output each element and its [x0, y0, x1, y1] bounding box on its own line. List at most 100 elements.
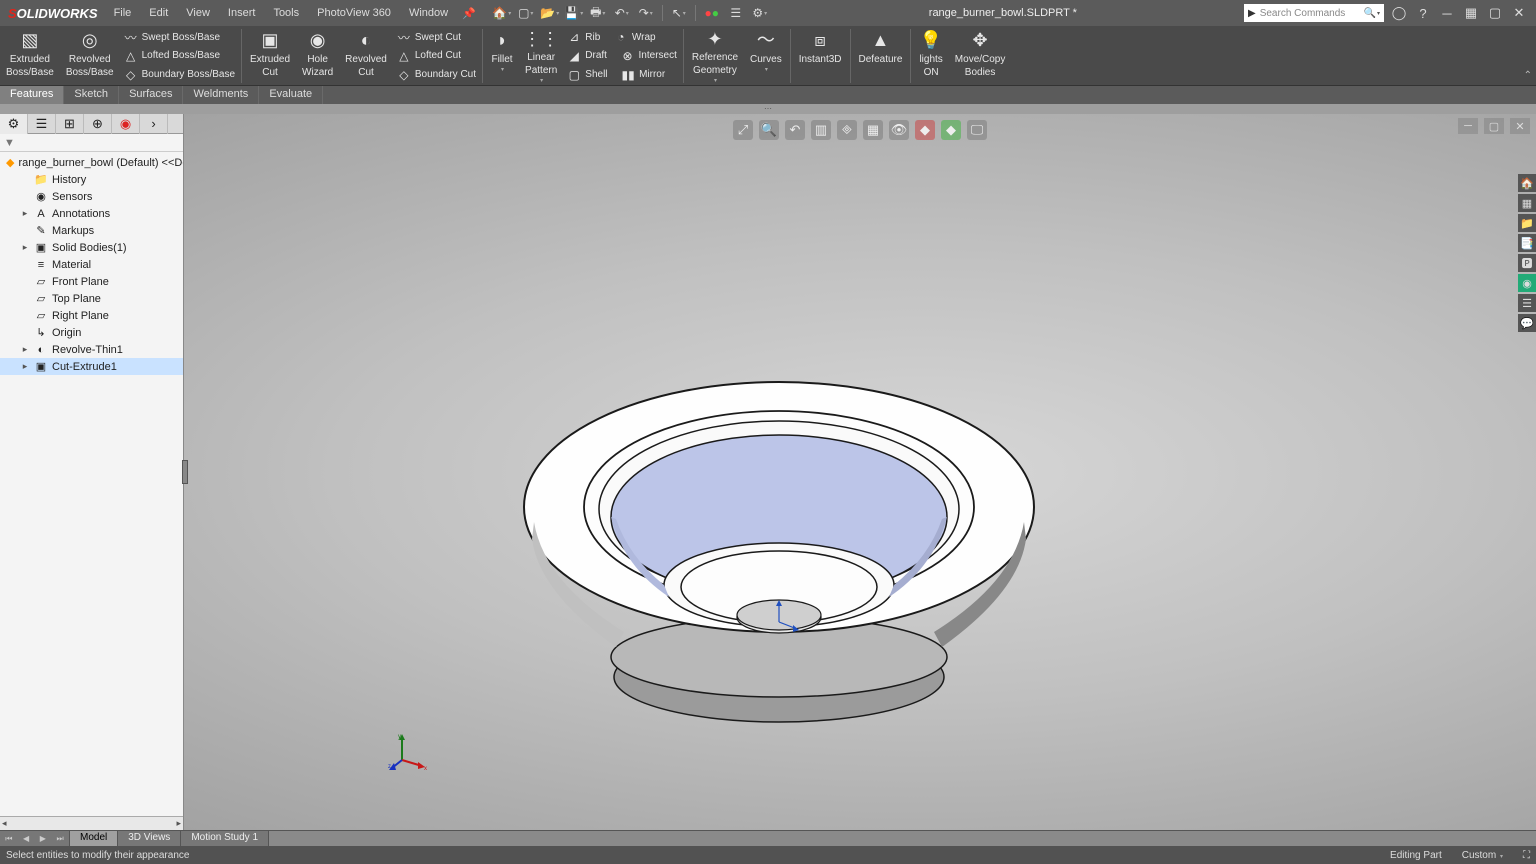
tab-features[interactable]: Features [0, 86, 64, 104]
swept-cut-button[interactable]: 〰Swept Cut [397, 29, 476, 45]
tree-horizontal-scrollbar[interactable]: ◂▸ [0, 816, 183, 830]
view-settings-icon[interactable]: 🖵 [967, 120, 987, 140]
tab-motion-study[interactable]: Motion Study 1 [181, 831, 269, 846]
viewport-minimize-icon[interactable]: ─ [1458, 118, 1478, 134]
instant3d-button[interactable]: ⧈Instant3D [793, 26, 848, 86]
search-input[interactable]: ▶ Search Commands 🔍 ▾ [1244, 4, 1384, 22]
list-icon[interactable]: ☰ [726, 3, 746, 23]
tab-3d-views[interactable]: 3D Views [118, 831, 181, 846]
wrap-button[interactable]: Wrap [632, 32, 656, 43]
tab-model[interactable]: Model [70, 831, 118, 846]
expand-icon[interactable]: ▸ [20, 344, 30, 355]
tab-weldments[interactable]: Weldments [183, 86, 259, 104]
intersect-button[interactable]: Intersect [639, 50, 677, 61]
tree-item[interactable]: ▱Right Plane [0, 307, 183, 324]
section-view-icon[interactable]: ▥ [811, 120, 831, 140]
collapse-ribbon-icon[interactable]: ⌃ [1520, 66, 1536, 85]
draft-button[interactable]: Draft [585, 50, 607, 61]
tree-item[interactable]: ≡Material [0, 256, 183, 273]
revolved-boss-button[interactable]: ◎RevolvedBoss/Base [60, 26, 120, 86]
zoom-fit-icon[interactable]: ⤢ [733, 120, 753, 140]
minimize-icon[interactable]: ─ [1438, 4, 1456, 22]
expand-icon[interactable]: ▸ [20, 361, 30, 372]
taskpane-forum-icon[interactable]: 💬 [1518, 314, 1536, 332]
tree-item[interactable]: ▱Top Plane [0, 290, 183, 307]
status-maximize-icon[interactable]: ⛶ [1523, 850, 1530, 861]
mirror-button[interactable]: Mirror [639, 69, 665, 80]
print-icon[interactable]: 🖶▾ [588, 3, 608, 23]
shell-button[interactable]: Shell [585, 69, 607, 80]
swept-boss-button[interactable]: 〰Swept Boss/Base [124, 29, 235, 45]
previous-view-icon[interactable]: ↶ [785, 120, 805, 140]
save-icon[interactable]: 💾▾ [564, 3, 584, 23]
tree-item[interactable]: ↳Origin [0, 324, 183, 341]
display-manager-tab[interactable]: ◉ [112, 114, 140, 134]
tree-item[interactable]: ▸AAnnotations [0, 205, 183, 222]
extruded-cut-button[interactable]: ▣ExtrudedCut [244, 26, 296, 86]
menu-edit[interactable]: Edit [141, 3, 176, 23]
tree-item[interactable]: ▸▣Solid Bodies(1) [0, 239, 183, 256]
zoom-area-icon[interactable]: 🔍 [759, 120, 779, 140]
undo-icon[interactable]: ↶▾ [612, 3, 632, 23]
reference-geometry-button[interactable]: ✦ReferenceGeometry▾ [686, 26, 744, 86]
boundary-cut-button[interactable]: ◇Boundary Cut [397, 67, 476, 83]
status-units[interactable]: Custom ▾ [1462, 850, 1503, 861]
pin-icon[interactable]: 📌 [456, 7, 482, 20]
taskpane-resources-icon[interactable]: ▦ [1518, 194, 1536, 212]
linear-pattern-button[interactable]: ⋮⋮LinearPattern▾ [519, 26, 563, 86]
redo-icon[interactable]: ↷▾ [636, 3, 656, 23]
fillet-button[interactable]: ◗Fillet▾ [485, 26, 519, 86]
bottom-tab-controls[interactable]: ⏮◀▶⏭ [0, 831, 70, 846]
lofted-boss-button[interactable]: △Lofted Boss/Base [124, 48, 235, 64]
menu-photoview[interactable]: PhotoView 360 [309, 3, 399, 23]
taskpane-home-icon[interactable]: 🏠 [1518, 174, 1536, 192]
close-icon[interactable]: ✕ [1510, 4, 1528, 22]
hole-wizard-button[interactable]: ◉HoleWizard [296, 26, 339, 86]
traffic-light-icon[interactable]: ●● [702, 3, 722, 23]
property-manager-tab[interactable]: ☰ [28, 114, 56, 134]
tab-sketch[interactable]: Sketch [64, 86, 119, 104]
display-style-icon[interactable]: ▦ [863, 120, 883, 140]
lights-on-button[interactable]: 💡lightsON [913, 26, 948, 86]
edit-appearance-icon[interactable]: ◆ [915, 120, 935, 140]
gear-icon[interactable]: ⚙▾ [750, 3, 770, 23]
tab-evaluate[interactable]: Evaluate [259, 86, 323, 104]
tree-item[interactable]: 📁History [0, 171, 183, 188]
extruded-boss-button[interactable]: ▧ExtrudedBoss/Base [0, 26, 60, 86]
taskpane-appearances-icon[interactable]: ◉ [1518, 274, 1536, 292]
tree-item[interactable]: ▸▣Cut-Extrude1 [0, 358, 183, 375]
search-dropdown-icon[interactable]: ▾ [1377, 10, 1380, 17]
user-icon[interactable]: ◯ [1390, 4, 1408, 22]
tree-root[interactable]: ◆range_burner_bowl (Default) <<Default> [0, 154, 183, 171]
select-arrow-icon[interactable]: ↖▾ [669, 3, 689, 23]
lofted-cut-button[interactable]: △Lofted Cut [397, 48, 476, 64]
hide-show-icon[interactable]: 👁 [889, 120, 909, 140]
tree-filter[interactable]: ▼ [0, 134, 183, 152]
menu-file[interactable]: File [106, 3, 140, 23]
revolved-cut-button[interactable]: ◐RevolvedCut [339, 26, 393, 86]
tree-item[interactable]: ✎Markups [0, 222, 183, 239]
taskpane-properties-icon[interactable]: ☰ [1518, 294, 1536, 312]
orientation-triad[interactable]: x y z [388, 732, 428, 772]
feature-manager-tab[interactable]: ⚙ [0, 114, 28, 134]
new-icon[interactable]: ▢▾ [516, 3, 536, 23]
graphics-viewport[interactable]: ⤢ 🔍 ↶ ▥ 🞜 ▦ 👁 ◆ ◆ 🖵 ─ ▢ ✕ [184, 114, 1536, 830]
menu-tools[interactable]: Tools [265, 3, 307, 23]
boundary-boss-button[interactable]: ◇Boundary Boss/Base [124, 67, 235, 83]
tab-surfaces[interactable]: Surfaces [119, 86, 183, 104]
apply-scene-icon[interactable]: ◆ [941, 120, 961, 140]
tree-item[interactable]: ▸◐Revolve-Thin1 [0, 341, 183, 358]
taskpane-explorer-icon[interactable]: 📑 [1518, 234, 1536, 252]
rib-button[interactable]: Rib [585, 32, 600, 43]
move-copy-bodies-button[interactable]: ✥Move/CopyBodies [949, 26, 1012, 86]
manager-overflow[interactable]: › [140, 114, 168, 134]
dimxpert-manager-tab[interactable]: ⊕ [84, 114, 112, 134]
viewport-maximize-icon[interactable]: ▢ [1484, 118, 1504, 134]
view-orientation-icon[interactable]: 🞜 [837, 120, 857, 140]
panel-handle[interactable]: ⋯ [0, 104, 1536, 114]
maximize-icon[interactable]: ▢ [1486, 4, 1504, 22]
taskpane-view-palette-icon[interactable]: 🅿 [1518, 254, 1536, 272]
expand-icon[interactable]: ▸ [20, 208, 30, 219]
curves-button[interactable]: 〜Curves▾ [744, 26, 788, 86]
viewport-close-icon[interactable]: ✕ [1510, 118, 1530, 134]
